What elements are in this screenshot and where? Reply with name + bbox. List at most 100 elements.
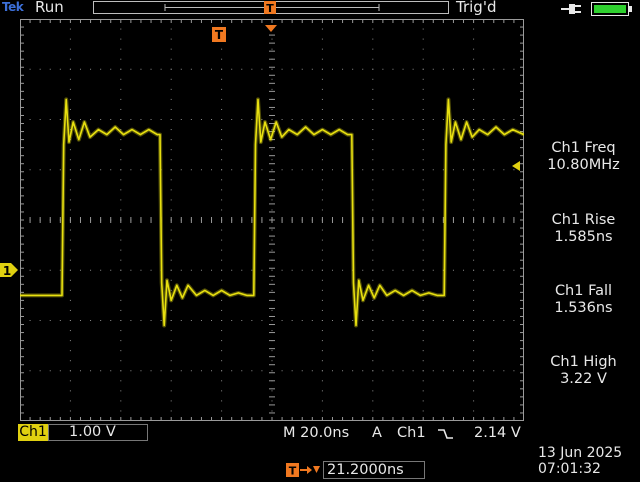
grid-dot <box>473 229 475 231</box>
ch1-ground-marker[interactable]: 1 <box>0 262 20 278</box>
grid-dot <box>372 370 374 372</box>
grid-dot <box>221 350 223 352</box>
grid-dot <box>90 370 92 372</box>
grid-dot <box>59 119 61 120</box>
grid-dot <box>110 370 112 372</box>
grid-dot <box>271 309 273 311</box>
grid-dot <box>422 159 424 161</box>
grid-dot <box>79 169 81 171</box>
grid-dot <box>372 68 374 70</box>
grid-dot <box>321 58 323 60</box>
grid-dot <box>69 320 71 321</box>
grid-dot <box>452 119 454 120</box>
grid-dot <box>140 370 142 372</box>
trigger-level-readout[interactable]: 2.14 V <box>474 425 521 441</box>
grid-dot <box>69 299 71 301</box>
grid-dot <box>442 320 444 321</box>
grid-dot <box>321 48 323 50</box>
grid-dot <box>422 38 424 40</box>
grid-dot <box>483 68 485 70</box>
grid-dot <box>372 179 374 181</box>
grid-dot <box>130 169 132 171</box>
grid-dot <box>79 119 81 120</box>
grid-dot <box>39 269 41 271</box>
grid-dot <box>372 249 374 251</box>
grid-dot <box>271 119 273 120</box>
grid-dot <box>69 400 71 402</box>
grid-dot <box>331 119 333 120</box>
grid-dot <box>422 139 424 141</box>
grid-dot <box>120 58 122 60</box>
grid-dot <box>362 68 364 70</box>
grid-dot <box>180 119 182 120</box>
record-view-bar[interactable]: T <box>93 1 449 15</box>
grid-dot <box>19 68 21 70</box>
ch1-indicator[interactable]: Ch1 <box>18 424 48 441</box>
grid-dot <box>432 119 434 120</box>
timebase-readout[interactable]: M 20.0ns <box>283 425 349 441</box>
grid-dot <box>170 229 172 231</box>
grid-dot <box>90 269 92 271</box>
grid-dot <box>402 119 404 120</box>
time-display: 07:01:32 <box>538 461 601 477</box>
grid-dot <box>170 58 172 60</box>
grid-dot <box>473 309 475 311</box>
grid-dot <box>69 119 71 120</box>
grid-dot <box>271 370 273 372</box>
grid-dot <box>372 189 374 191</box>
grid-dot <box>221 129 223 131</box>
grid-dot <box>69 68 71 70</box>
grid-dot <box>382 320 384 321</box>
grid-dot <box>372 380 374 382</box>
grid-dot <box>221 340 223 342</box>
ac-plug-icon <box>561 1 583 15</box>
trigger-offset-letter: T <box>289 465 297 478</box>
grid-dot <box>422 48 424 50</box>
grid-dot <box>321 259 323 261</box>
grid-dot <box>59 370 61 372</box>
grid-dot <box>180 370 182 372</box>
grid-dot <box>422 239 424 241</box>
grid-dot <box>19 169 21 171</box>
trigger-position-icon[interactable]: T <box>212 27 227 43</box>
grid-dot <box>39 169 41 171</box>
grid-dot <box>372 330 374 332</box>
measurement-rise-label: Ch1 Rise <box>551 212 616 228</box>
grid-dot <box>100 169 102 171</box>
grid-dot <box>170 189 172 191</box>
grid-dot <box>120 149 122 151</box>
grid-dot <box>221 98 223 100</box>
grid-dot <box>170 88 172 90</box>
grid-dot <box>170 269 172 271</box>
ch1-scale-readout[interactable]: 1.00 V <box>48 424 148 441</box>
grid-dot <box>422 410 424 412</box>
trigger-offset-readout[interactable]: 21.2000ns <box>323 461 425 479</box>
trigger-source-readout[interactable]: Ch1 <box>397 425 426 441</box>
grid-dot <box>372 239 374 241</box>
grid-dot <box>412 119 414 120</box>
grid-dot <box>120 199 122 201</box>
grid-dot <box>473 330 475 332</box>
grid-dot <box>321 199 323 201</box>
grid-dot <box>241 68 243 70</box>
grid-dot <box>221 58 223 60</box>
waveform-display[interactable] <box>19 18 525 422</box>
grid-dot <box>49 119 51 120</box>
grid-dot <box>29 370 31 372</box>
grid-dot <box>120 370 122 372</box>
grid-dot <box>200 320 202 321</box>
grid-dot <box>231 68 233 70</box>
grid-dot <box>422 229 424 231</box>
grid-dot <box>321 309 323 311</box>
grid-dot <box>291 370 293 372</box>
grid-dot <box>432 320 434 321</box>
grid-dot <box>130 320 132 321</box>
grid-dot <box>321 68 323 70</box>
grid-dot <box>422 380 424 382</box>
grid-dot <box>190 68 192 70</box>
grid-dot <box>120 229 122 231</box>
grid-dot <box>120 169 122 171</box>
grid-dot <box>422 58 424 60</box>
grid-dot <box>221 78 223 80</box>
grid-dot <box>120 400 122 402</box>
